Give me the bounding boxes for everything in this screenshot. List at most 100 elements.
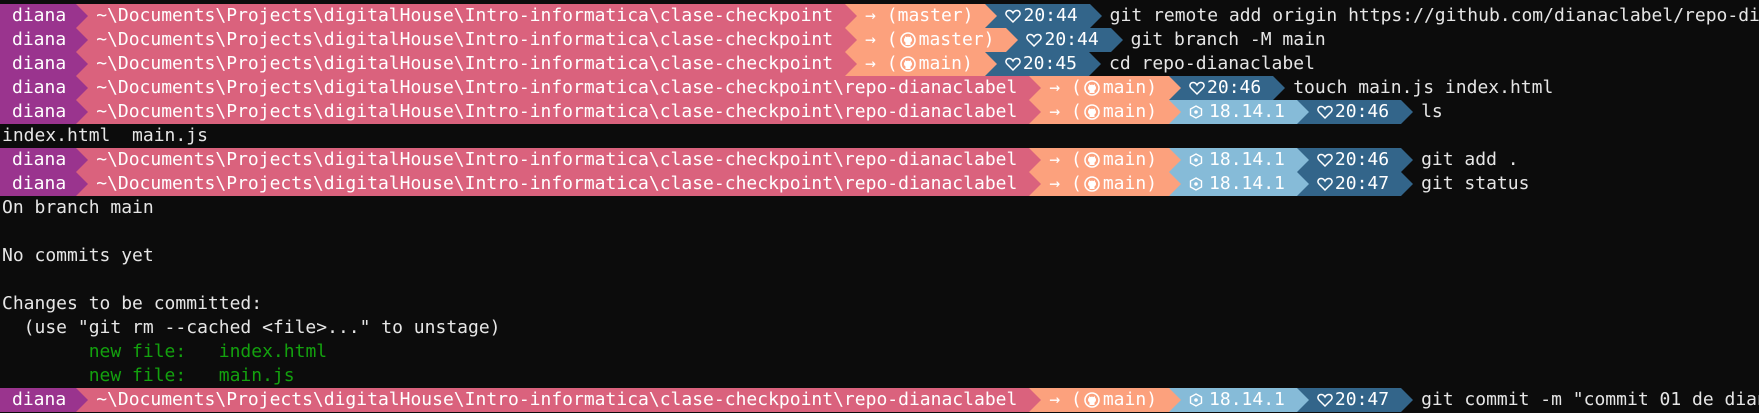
command-output: index.html main.js — [2, 125, 208, 146]
prompt-line: diana ~\Documents\Projects\digitalHouse\… — [0, 100, 1443, 124]
path-segment: ~\Documents\Projects\digitalHouse\Intro-… — [76, 388, 1042, 412]
git-segment: → (main) — [1029, 76, 1182, 100]
time-segment: 20:45 — [984, 52, 1101, 76]
current-path: ~\Documents\Projects\digitalHouse\Intro-… — [96, 389, 1018, 410]
prompt-line: diana ~\Documents\Projects\digitalHouse\… — [0, 76, 1553, 100]
nodejs-icon — [1189, 153, 1203, 167]
time-segment: 20:47 — [1296, 172, 1414, 196]
github-icon — [1084, 176, 1100, 192]
user-segment: diana — [0, 52, 89, 76]
git-segment: → ( main) — [845, 52, 997, 76]
username: diana — [12, 389, 67, 410]
current-path: ~\Documents\Projects\digitalHouse\Intro-… — [96, 77, 1018, 98]
heart-icon — [1317, 393, 1333, 408]
current-path: ~\Documents\Projects\digitalHouse\Intro-… — [96, 101, 1018, 122]
nodejs-icon — [1189, 177, 1203, 191]
node-version-segment: 18.14.1 — [1169, 100, 1309, 124]
nodejs-icon — [1189, 105, 1203, 119]
command-text: git status — [1421, 173, 1530, 194]
node-version: 18.14.1 — [1209, 149, 1285, 170]
git-prefix: → ( — [865, 29, 898, 50]
current-path: ~\Documents\Projects\digitalHouse\Intro-… — [96, 29, 834, 50]
git-prefix: → ( — [1049, 101, 1082, 122]
prompt-time: 20:46 — [1207, 77, 1262, 98]
prompt-time: 20:46 — [1334, 149, 1390, 170]
node-version: 18.14.1 — [1209, 389, 1285, 410]
path-segment: ~\Documents\Projects\digitalHouse\Intro-… — [76, 52, 858, 76]
node-version-segment: 18.14.1 — [1169, 172, 1309, 196]
username: diana — [12, 53, 67, 74]
command-text: touch main.js index.html — [1293, 77, 1554, 98]
git-segment: → ( master) — [845, 28, 1019, 52]
current-path: ~\Documents\Projects\digitalHouse\Intro-… — [96, 173, 1018, 194]
git-prefix: → ( — [1049, 77, 1082, 98]
user-segment: diana — [0, 28, 89, 52]
terminal-window[interactable]: diana ~\Documents\Projects\digitalHouse\… — [0, 0, 1759, 413]
prompt-time: 20:47 — [1334, 173, 1390, 194]
heart-icon — [1005, 9, 1022, 24]
staged-file-line: new file: index.html — [0, 340, 327, 364]
prompt-line: diana ~\Documents\Projects\digitalHouse\… — [0, 172, 1529, 196]
command-text: git add . — [1421, 149, 1519, 170]
github-icon — [1084, 104, 1100, 120]
user-segment: diana — [0, 148, 89, 172]
git-branch: main) — [918, 53, 973, 74]
path-segment: ~\Documents\Projects\digitalHouse\Intro-… — [76, 28, 858, 52]
github-icon — [1084, 392, 1100, 408]
git-segment: → (main) — [1029, 148, 1182, 172]
username: diana — [12, 173, 67, 194]
command-text: git branch -M main — [1130, 29, 1326, 50]
git-branch: → (master) — [865, 5, 974, 26]
git-segment: → (main) — [1029, 100, 1182, 124]
git-prefix: → ( — [865, 53, 898, 74]
git-prefix: → ( — [1049, 173, 1082, 194]
prompt-line: diana ~\Documents\Projects\digitalHouse\… — [0, 148, 1519, 172]
user-segment: diana — [0, 76, 89, 100]
time-segment: 20:46 — [1169, 76, 1286, 100]
nodejs-icon — [1189, 393, 1203, 407]
prompt-line: diana ~\Documents\Projects\digitalHouse\… — [0, 28, 1326, 52]
prompt-time: 20:44 — [1044, 29, 1099, 50]
path-segment: ~\Documents\Projects\digitalHouse\Intro-… — [76, 148, 1042, 172]
command-output: (use "git rm --cached <file>..." to unst… — [2, 317, 501, 338]
git-segment: → (master) — [845, 4, 998, 28]
node-version: 18.14.1 — [1209, 101, 1285, 122]
path-segment: ~\Documents\Projects\digitalHouse\Intro-… — [76, 4, 858, 28]
user-segment: diana — [0, 4, 89, 28]
git-branch: master) — [918, 29, 995, 50]
username: diana — [12, 77, 67, 98]
user-segment: diana — [0, 172, 89, 196]
prompt-time: 20:45 — [1022, 53, 1077, 74]
git-segment: → (main) — [1029, 388, 1182, 412]
github-icon — [899, 32, 916, 48]
time-segment: 20:46 — [1296, 100, 1414, 124]
username: diana — [12, 29, 67, 50]
path-segment: ~\Documents\Projects\digitalHouse\Intro-… — [76, 100, 1042, 124]
command-text: git remote add origin https://github.com… — [1109, 5, 1759, 26]
github-icon — [1084, 80, 1100, 96]
git-branch: main) — [1102, 149, 1158, 170]
command-output: No commits yet — [2, 245, 154, 266]
github-icon — [899, 56, 916, 72]
time-segment: 20:46 — [1296, 148, 1414, 172]
time-segment: 20:47 — [1296, 388, 1414, 412]
command-text: git commit -m "commit 01 de dianaclabel" — [1421, 389, 1759, 410]
node-version-segment: 18.14.1 — [1169, 148, 1309, 172]
heart-icon — [1005, 57, 1021, 72]
username: diana — [12, 5, 67, 26]
command-output: On branch main — [2, 197, 154, 218]
prompt-time: 20:47 — [1334, 389, 1390, 410]
git-segment: → ( main) — [1029, 172, 1182, 196]
current-path: ~\Documents\Projects\digitalHouse\Intro-… — [96, 53, 834, 74]
staged-label: new file: — [2, 341, 219, 362]
username: diana — [12, 101, 67, 122]
node-version-segment: 18.14.1 — [1169, 388, 1309, 412]
prompt-time: 20:46 — [1334, 101, 1390, 122]
staged-label: new file: — [2, 365, 219, 386]
git-branch: main) — [1102, 173, 1158, 194]
staged-filename: index.html — [218, 341, 328, 362]
heart-icon — [1317, 177, 1333, 192]
heart-icon — [1026, 33, 1043, 48]
path-segment: ~\Documents\Projects\digitalHouse\Intro-… — [76, 172, 1042, 196]
staged-filename: main.js — [218, 365, 295, 386]
